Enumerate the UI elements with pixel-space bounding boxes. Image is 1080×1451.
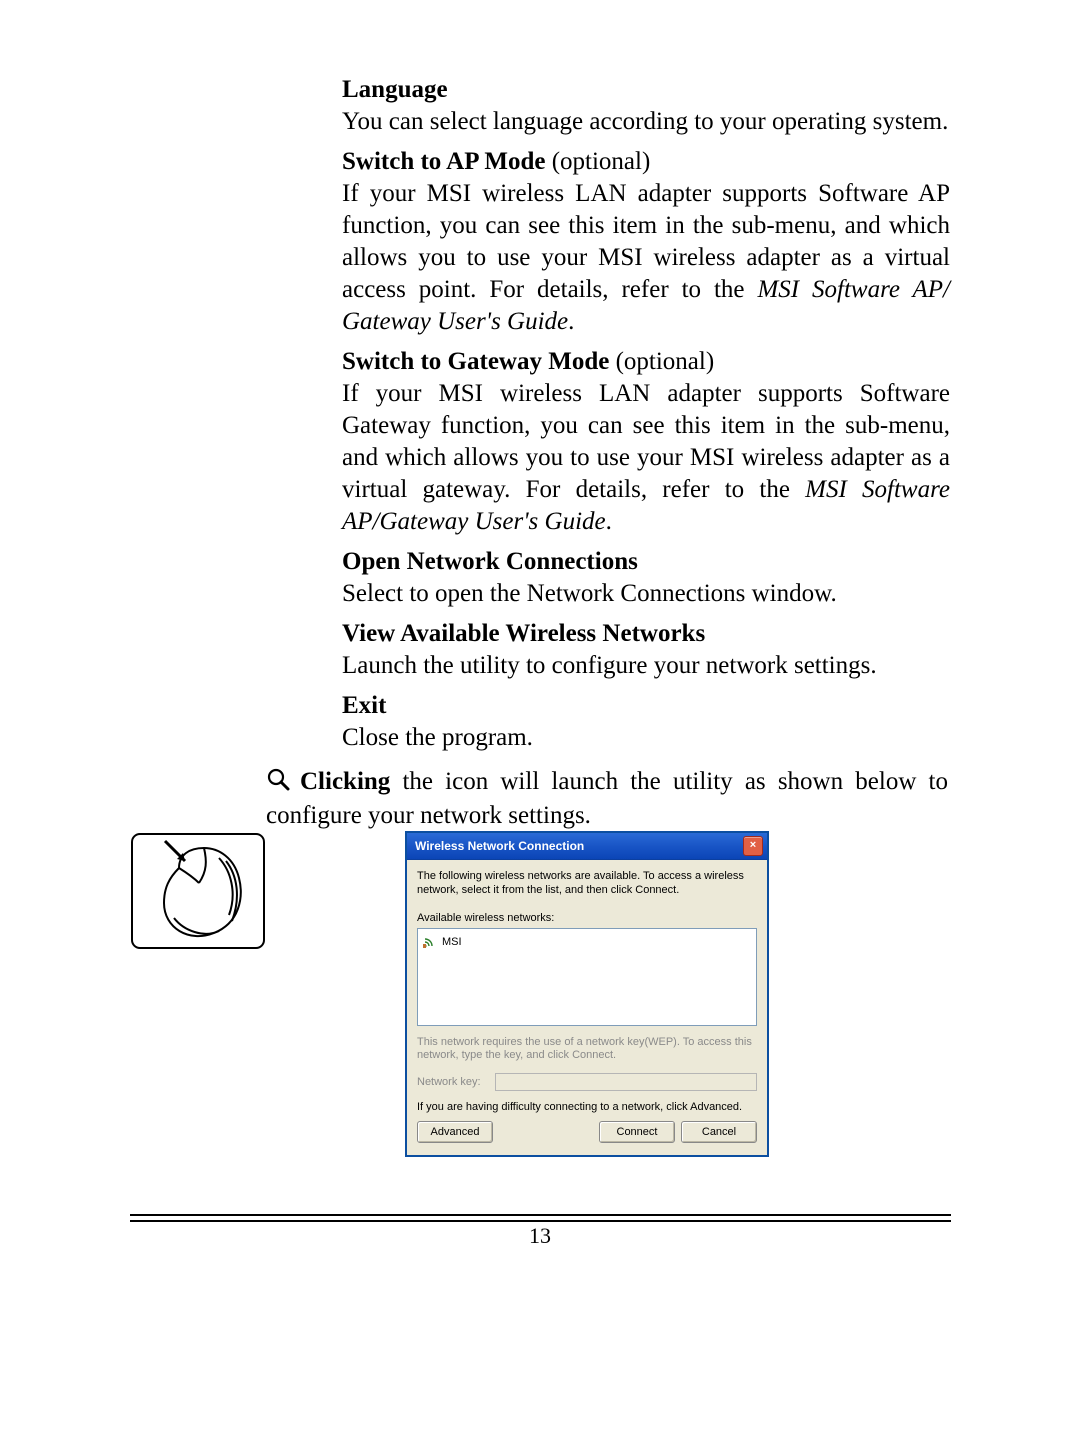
page-rule [130,1214,951,1216]
page-number: 13 [0,1223,1080,1249]
magnifier-icon [266,767,290,800]
text-content: Language You can select language accordi… [342,74,950,754]
heading-language: Language [342,74,950,106]
body-view-avail: Launch the utility to configure your net… [342,650,950,682]
wep-note: This network requires the use of a netwo… [417,1036,757,1064]
body-exit: Close the program. [342,722,950,754]
wifi-icon [422,935,436,949]
heading-gateway-mode: Switch to Gateway Mode (optional) [342,346,950,378]
dialog-buttons: Advanced Connect Cancel [417,1121,757,1143]
cancel-button[interactable]: Cancel [681,1121,757,1143]
connect-button[interactable]: Connect [599,1121,675,1143]
body-gateway-mode: If your MSI wireless LAN adapter support… [342,378,950,538]
page-rule [130,1220,951,1222]
click-note: Clicking the icon will launch the utilit… [266,766,948,832]
advanced-button[interactable]: Advanced [417,1121,493,1143]
body-gateway-period: . [606,508,612,535]
heading-exit: Exit [342,690,950,722]
heading-ap-mode-optional: (optional) [545,148,650,175]
available-networks-list[interactable]: MSI [417,928,757,1026]
heading-gateway-optional: (optional) [609,348,714,375]
dialog-title: Wireless Network Connection [415,839,584,853]
close-button[interactable]: × [743,836,763,856]
dialog-titlebar: Wireless Network Connection × [407,833,767,860]
body-ap-mode-period: . [568,308,574,335]
dialog-intro: The following wireless networks are avai… [417,870,757,898]
network-key-label: Network key: [417,1076,495,1088]
heading-gateway-title: Switch to Gateway Mode [342,348,609,375]
body-ap-mode: If your MSI wireless LAN adapter support… [342,178,950,338]
network-item[interactable]: MSI [422,933,752,951]
heading-ap-mode: Switch to AP Mode (optional) [342,146,950,178]
body-open-net: Select to open the Network Connections w… [342,578,950,610]
wireless-dialog: Wireless Network Connection × The follow… [406,832,768,1156]
available-networks-label: Available wireless networks: [417,912,757,924]
page: Language You can select language accordi… [0,0,1080,1451]
network-name: MSI [442,936,462,948]
network-key-row: Network key: [417,1073,757,1091]
heading-open-net: Open Network Connections [342,546,950,578]
heading-ap-mode-title: Switch to AP Mode [342,148,545,175]
network-key-input[interactable] [495,1073,757,1091]
body-language: You can select language according to you… [342,106,950,138]
close-icon: × [750,839,756,851]
heading-view-avail: View Available Wireless Networks [342,618,950,650]
advanced-note: If you are having difficulty connecting … [417,1101,757,1113]
mouse-illustration [131,833,266,949]
dialog-body: The following wireless networks are avai… [407,860,767,1155]
click-note-bold: Clicking [300,768,390,795]
